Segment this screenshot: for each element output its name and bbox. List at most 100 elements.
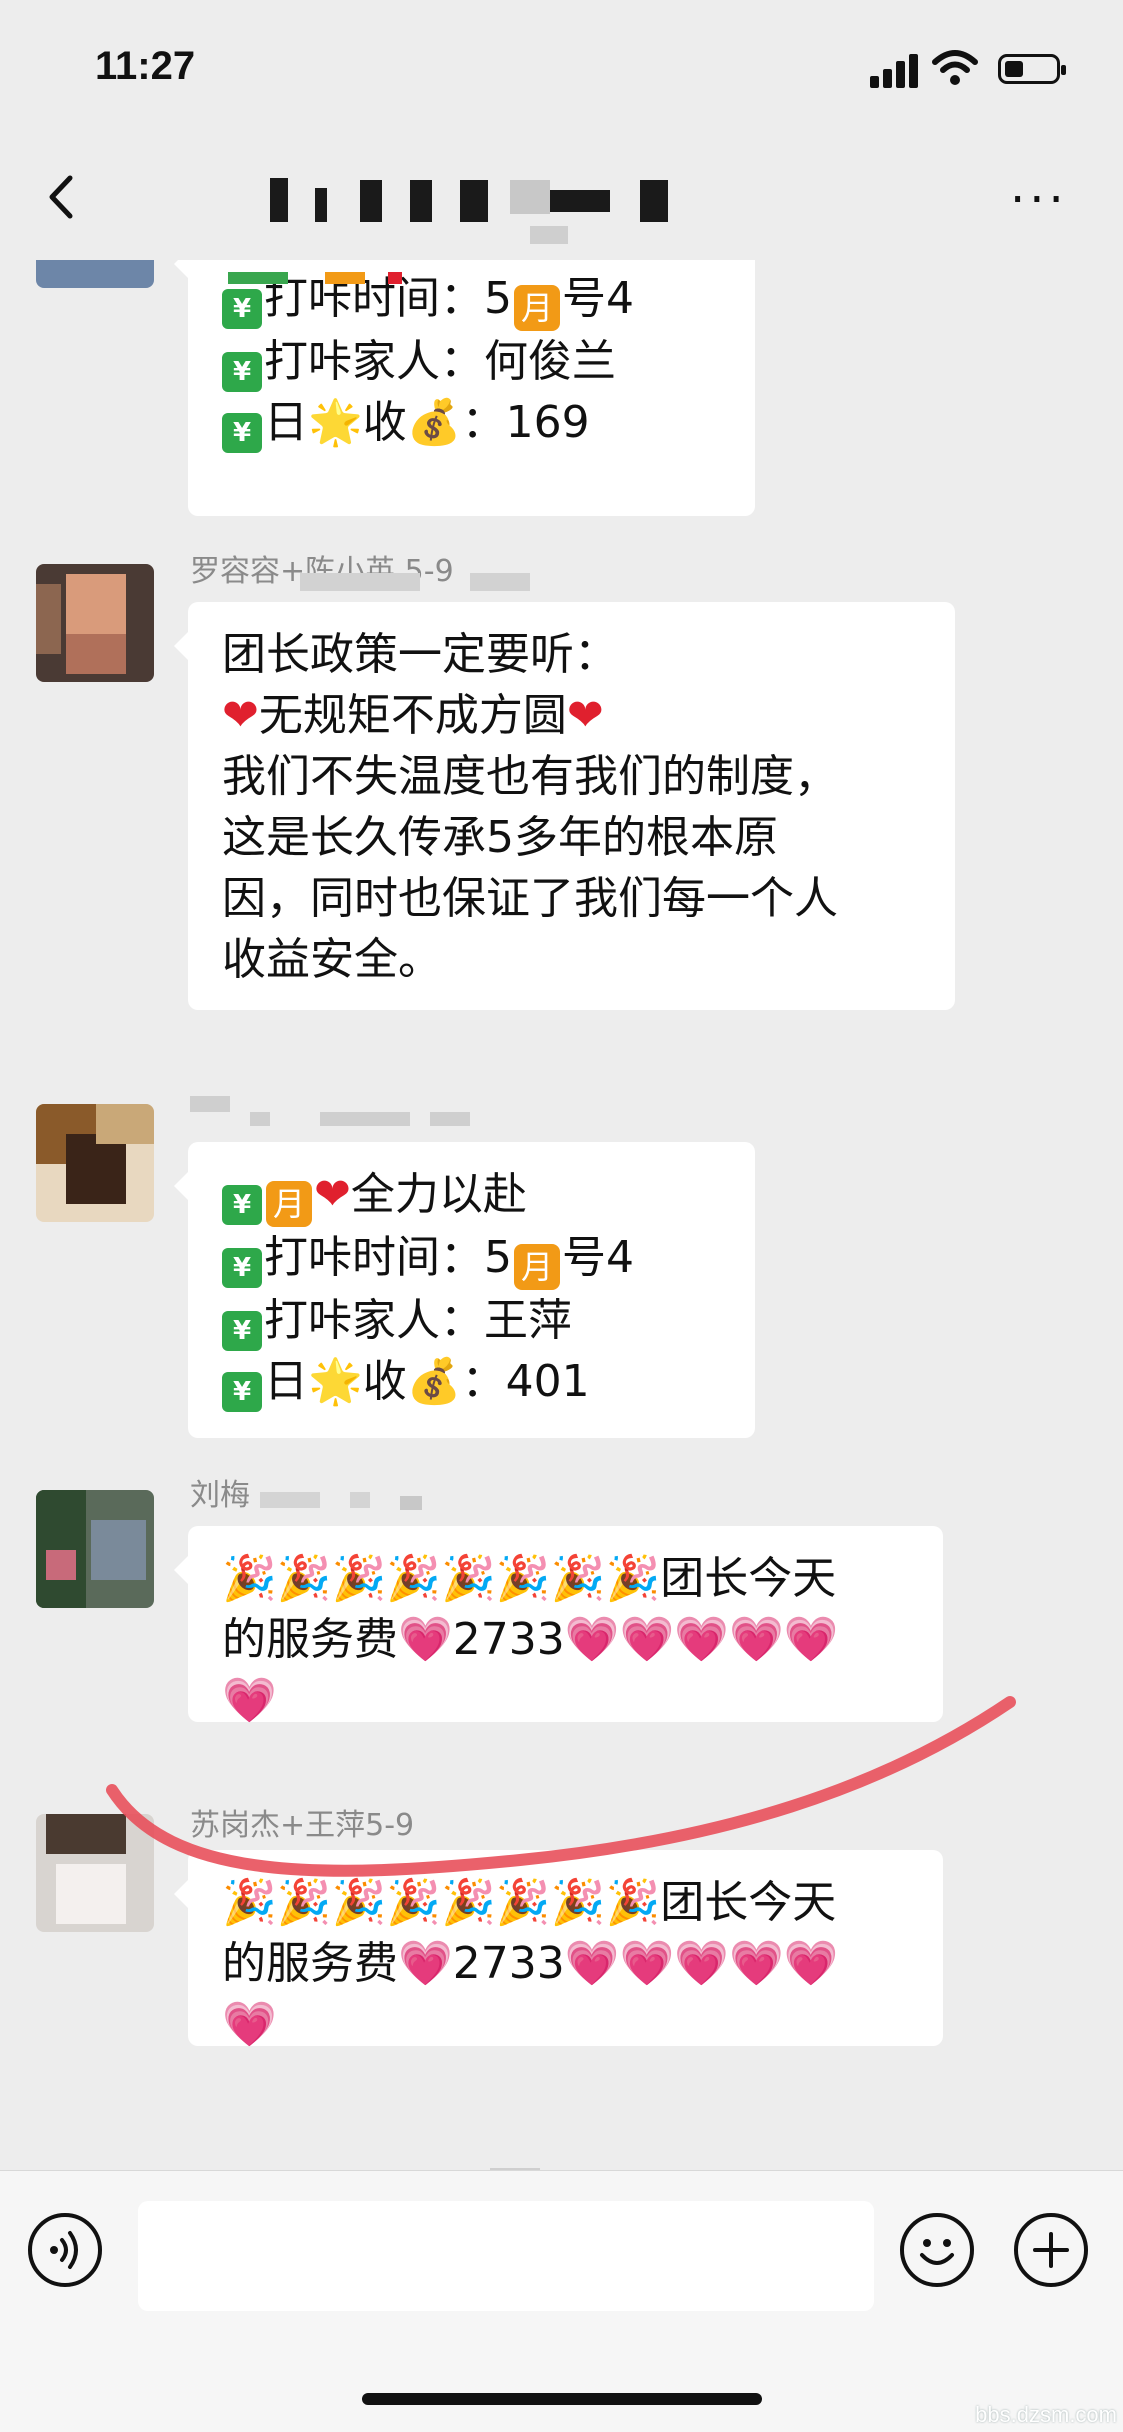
message-line: 🎉🎉🎉🎉🎉🎉🎉🎉团长今天 xyxy=(222,1872,909,1933)
message-text: 号4 xyxy=(562,273,634,324)
party-icon: 🎉🎉🎉🎉🎉🎉🎉🎉 xyxy=(222,1877,661,1928)
message-text: 无规矩不成方圆 xyxy=(258,690,567,741)
message-text: 的服务费 xyxy=(222,1938,398,1989)
chart-yuan-icon: ¥ xyxy=(222,352,262,392)
money-bag-icon: 💰 xyxy=(406,397,462,448)
message-line: 收益安全。 xyxy=(222,929,921,990)
message-bubble[interactable]: 🎉🎉🎉🎉🎉🎉🎉🎉团长今天 的服务费💗2733💗💗💗💗💗 💗 xyxy=(174,1526,943,1726)
back-icon[interactable] xyxy=(38,172,88,222)
voice-input-button[interactable] xyxy=(28,2213,102,2287)
message-text: 2733 xyxy=(452,1614,565,1665)
month-icon: 月 xyxy=(514,285,560,331)
more-options-icon[interactable]: ··· xyxy=(1010,176,1068,224)
pink-heart-icon: 💗 xyxy=(398,1614,453,1665)
avatar[interactable] xyxy=(36,564,154,682)
message-bubble[interactable]: ¥ 月 ❤全力以赴 ¥ 打咔时间：5 月号4 ¥ 打咔家人：王萍 ¥ 日🌟收💰：401 xyxy=(174,1142,755,1438)
party-icon: 🎉🎉🎉🎉🎉🎉🎉🎉 xyxy=(222,1553,661,1604)
chart-yuan-icon: ¥ xyxy=(222,413,262,453)
message-text: 全力以赴 xyxy=(350,1169,527,1220)
plus-icon xyxy=(1033,2232,1069,2268)
message-text: ：401 xyxy=(461,1356,590,1407)
chat-title xyxy=(260,170,860,244)
message-text: 2733 xyxy=(452,1938,565,1989)
pink-heart-icon: 💗💗💗💗💗 xyxy=(564,1938,839,1989)
avatar[interactable] xyxy=(36,260,154,288)
status-time: 11:27 xyxy=(95,44,196,88)
message-text: 打咔家人：何俊兰 xyxy=(264,336,616,387)
message-bubble[interactable]: ¥ 打咔时间：5 月号4 ¥ 打咔家人：何俊兰 ¥ 日🌟收💰：169 xyxy=(174,260,755,516)
message-list: ¥ 打咔时间：5 月号4 ¥ 打咔家人：何俊兰 ¥ 日🌟收💰：169 罗容容+陈小英 5-9… xyxy=(0,260,1123,2170)
message-text: 的服务费 xyxy=(222,1614,398,1665)
pink-heart-icon: 💗 xyxy=(222,1999,277,2050)
message-input[interactable] xyxy=(138,2201,874,2311)
home-indicator xyxy=(362,2393,762,2405)
heart-icon: ❤ xyxy=(566,690,604,741)
message-line: 的服务费💗2733💗💗💗💗💗 xyxy=(222,1933,909,1994)
message-line: ¥ 月 ❤全力以赴 xyxy=(222,1164,721,1227)
message-text: 因，同时也保证了我们每一个人 xyxy=(222,873,838,924)
message-line: ¥ 打咔家人：王萍 xyxy=(222,1290,721,1351)
star-icon: 🌟 xyxy=(308,1356,363,1407)
message-bubble[interactable]: 🎉🎉🎉🎉🎉🎉🎉🎉团长今天 的服务费💗2733💗💗💗💗💗 💗 xyxy=(174,1850,943,2050)
sender-name: 刘梅 xyxy=(190,1478,250,1513)
message-line: 因，同时也保证了我们每一个人 xyxy=(222,868,921,929)
message-text: 收 xyxy=(362,397,407,448)
message-line: ¥ 打咔时间：5 月号4 xyxy=(222,1227,721,1290)
message-text: 打咔家人：王萍 xyxy=(264,1295,572,1346)
message-line: ¥ 打咔时间：5 月号4 xyxy=(222,268,721,331)
star-icon: 🌟 xyxy=(308,397,363,448)
month-icon: 月 xyxy=(514,1244,560,1290)
message-line: ¥ 打咔家人：何俊兰 xyxy=(222,331,721,392)
message-line: ¥ 日🌟收💰：169 xyxy=(222,392,721,453)
message-bubble[interactable]: 团长政策一定要听： ❤无规矩不成方圆❤ 我们不失温度也有我们的制度， 这是长久传承5多… xyxy=(174,602,955,1010)
message-line: 💗 xyxy=(222,1994,909,2055)
emoji-button[interactable] xyxy=(900,2213,974,2287)
message-line: ❤无规矩不成方圆❤ xyxy=(222,685,921,746)
heart-icon: ❤ xyxy=(222,690,259,741)
pink-heart-icon: 💗 xyxy=(222,1675,277,1726)
heart-icon: ❤ xyxy=(314,1169,351,1220)
message-line: 的服务费💗2733💗💗💗💗💗 xyxy=(222,1609,909,1670)
chart-yuan-icon: ¥ xyxy=(222,1185,262,1225)
message-text: 日 xyxy=(264,1356,308,1407)
message-text: 这是长久传承5多年的根本原 xyxy=(222,812,778,863)
avatar[interactable] xyxy=(36,1490,154,1608)
message-text: 团长政策一定要听： xyxy=(222,629,618,680)
message-line: 这是长久传承5多年的根本原 xyxy=(222,807,921,868)
message-text: 收 xyxy=(362,1356,407,1407)
money-bag-icon: 💰 xyxy=(406,1356,462,1407)
message-line: 💗 xyxy=(222,1670,909,1731)
sender-name: 苏岗杰+王萍5-9 xyxy=(190,1808,415,1843)
message-text: 团长今天 xyxy=(660,1877,837,1928)
message-text: 我们不失温度也有我们的制度， xyxy=(222,751,838,802)
input-bar: bbs.dzsm.com xyxy=(0,2170,1123,2432)
battery-level xyxy=(1005,61,1023,77)
battery-icon xyxy=(998,54,1066,84)
message-text: 打咔时间：5 xyxy=(264,1232,512,1283)
cellular-signal-icon xyxy=(870,52,918,88)
chart-yuan-icon: ¥ xyxy=(222,1372,262,1412)
status-bar: 11:27 xyxy=(0,0,1123,140)
watermark: bbs.dzsm.com xyxy=(975,2402,1117,2427)
more-actions-button[interactable] xyxy=(1014,2213,1088,2287)
message-line: 🎉🎉🎉🎉🎉🎉🎉🎉团长今天 xyxy=(222,1548,909,1609)
chart-yuan-icon: ¥ xyxy=(222,1248,262,1288)
voice-icon xyxy=(50,2231,78,2269)
avatar[interactable] xyxy=(36,1104,154,1222)
message-text: ：169 xyxy=(461,397,590,448)
wifi-icon xyxy=(932,50,978,85)
message-text: 号4 xyxy=(562,1232,634,1283)
message-line: 团长政策一定要听： xyxy=(222,624,921,685)
message-line: ¥ 日🌟收💰：401 xyxy=(222,1351,721,1412)
month-icon: 月 xyxy=(266,1181,312,1227)
message-line: 我们不失温度也有我们的制度， xyxy=(222,746,921,807)
message-text: 团长今天 xyxy=(660,1553,837,1604)
avatar[interactable] xyxy=(36,1814,154,1932)
message-text: 收益安全。 xyxy=(222,934,442,985)
pink-heart-icon: 💗💗💗💗💗 xyxy=(564,1614,839,1665)
chart-yuan-icon: ¥ xyxy=(222,1311,262,1351)
smiley-icon xyxy=(920,2239,954,2265)
message-text: 日 xyxy=(264,397,308,448)
chat-header: ··· xyxy=(0,140,1123,260)
pink-heart-icon: 💗 xyxy=(398,1938,453,1989)
